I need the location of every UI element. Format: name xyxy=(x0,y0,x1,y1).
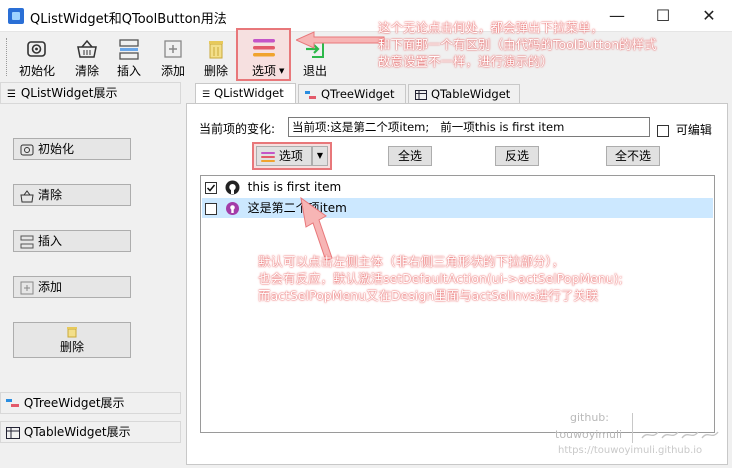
watermark-github: github: xyxy=(570,411,609,424)
current-item-label: 当前项的变化: xyxy=(199,122,276,136)
watermark-signature-logo xyxy=(640,428,722,445)
select-none-button[interactable]: 全不选 xyxy=(606,146,660,166)
tab-qtreewidget[interactable]: QTreeWidget xyxy=(298,84,406,104)
list-tab-icon: ☰ xyxy=(202,90,211,100)
current-item-field[interactable]: 当前项:这是第二个项item; 前一项this is first item xyxy=(288,117,650,137)
watermark-user: touwoyimuli xyxy=(555,428,623,441)
insert-icon xyxy=(119,39,139,60)
purple-badge-icon xyxy=(225,202,239,215)
left-init-button[interactable]: 初始化 xyxy=(13,138,131,160)
insert-icon xyxy=(20,235,34,248)
options-menu-dropdown-arrow-icon[interactable]: ▼ xyxy=(312,146,328,166)
options-menu-button[interactable]: 选项 xyxy=(256,146,312,166)
annotation-top-line1: 这个无论点击何处，都会弹出下拉菜单， xyxy=(378,20,604,35)
github-icon xyxy=(225,180,240,195)
options-menu-label: 选项 xyxy=(278,149,303,163)
annotation-arrow-top xyxy=(296,31,385,49)
maximize-button[interactable]: ☐ xyxy=(640,0,686,31)
list-item-selected[interactable]: 这是第二个项item xyxy=(202,198,713,218)
tablewidget-dock-title: QTableWidget展示 xyxy=(23,425,131,439)
tab-qtablewidget[interactable]: QTableWidget xyxy=(408,84,520,104)
toolbar-options-button[interactable]: 选项 ▼ xyxy=(236,28,291,81)
tab-qtreewidget-label: QTreeWidget xyxy=(321,87,395,101)
left-clear-button[interactable]: 清除 xyxy=(13,184,131,206)
treewidget-dock-title: QTreeWidget展示 xyxy=(23,396,125,410)
title-bar: QListWidget和QToolButton用法 — ☐ ✕ xyxy=(0,0,732,32)
trash-icon xyxy=(209,41,223,59)
table-icon xyxy=(415,89,427,100)
left-init-label: 初始化 xyxy=(38,142,75,156)
select-all-button[interactable]: 全选 xyxy=(388,146,432,166)
init-icon xyxy=(20,144,34,155)
table-icon xyxy=(6,426,20,439)
left-add-button[interactable]: 添加 xyxy=(13,276,131,298)
list-item[interactable]: this is first item xyxy=(202,177,713,197)
tab-qlistwidget[interactable]: ☰ QListWidget xyxy=(195,83,296,104)
tab-qtablewidget-label: QTableWidget xyxy=(431,87,511,101)
toolbar-grip[interactable] xyxy=(6,38,9,76)
toolbar-clear-label: 清除 xyxy=(74,64,99,78)
listwidget-dock-title: QListWidget展示 xyxy=(20,86,118,100)
editable-checkbox[interactable]: 可编辑 xyxy=(657,121,712,138)
tree-icon xyxy=(305,90,316,99)
treewidget-dock-header[interactable]: QTreeWidget展示 xyxy=(0,392,181,414)
toolbar-options-label: 选项 xyxy=(252,64,277,78)
toolbar-clear-button[interactable]: 清除 xyxy=(64,34,110,80)
tab-qlistwidget-label: QListWidget xyxy=(214,86,284,100)
init-icon xyxy=(27,41,46,57)
list-item-checkbox[interactable] xyxy=(205,181,217,194)
dropdown-arrow-icon[interactable]: ▼ xyxy=(279,67,284,75)
watermark-url: https://touwoyimuli.github.io xyxy=(558,445,703,456)
hamburger-menu-icon xyxy=(261,151,275,162)
annotation-bottom-line1: 默认可以点击左侧主体（非右侧三角形状的下拉部分）， xyxy=(258,254,565,269)
list-item-checkbox[interactable] xyxy=(205,202,217,215)
trash-icon xyxy=(67,327,77,338)
left-delete-label: 删除 xyxy=(59,340,84,354)
close-button[interactable]: ✕ xyxy=(686,0,732,31)
toolbar-insert-button[interactable]: 插入 xyxy=(110,34,148,80)
toolbar-insert-label: 插入 xyxy=(116,64,141,78)
tablewidget-dock-header[interactable]: QTableWidget展示 xyxy=(0,421,181,443)
app-icon xyxy=(8,8,24,24)
dock-handle-icon: ☰ xyxy=(7,89,16,100)
left-delete-button[interactable]: 删除 xyxy=(13,322,131,358)
tree-icon xyxy=(6,398,19,407)
toolbar-delete-label: 删除 xyxy=(203,64,228,78)
invert-selection-button[interactable]: 反选 xyxy=(495,146,539,166)
toolbar-add-label: 添加 xyxy=(160,64,185,78)
left-clear-label: 清除 xyxy=(38,188,63,202)
toolbar-init-label: 初始化 xyxy=(18,64,55,78)
left-add-label: 添加 xyxy=(38,280,63,294)
hamburger-menu-icon xyxy=(253,39,275,57)
add-icon xyxy=(20,281,34,294)
editable-checkbox-box[interactable] xyxy=(657,124,669,137)
list-widget[interactable]: this is first item 这是第二个项item xyxy=(200,175,715,433)
basket-icon xyxy=(20,189,34,202)
toolbar-exit-label: 退出 xyxy=(302,64,327,78)
annotation-bottom-line3: 而actSelPopMenu又在Design里面与actSelInvs进行了关联 xyxy=(258,288,599,303)
toolbar-init-button[interactable]: 初始化 xyxy=(14,34,60,80)
annotation-top-line2: 和下面那一个有区别（由代码的ToolButton的样式 xyxy=(378,37,657,52)
list-item-text: this is first item xyxy=(247,180,342,194)
check-icon xyxy=(206,184,216,192)
watermark-divider xyxy=(632,413,633,443)
toolbar-add-button[interactable]: 添加 xyxy=(152,34,194,80)
annotation-top-line3: 故意设置不一样，进行演示的） xyxy=(378,54,554,69)
basket-icon xyxy=(77,39,97,58)
left-insert-button[interactable]: 插入 xyxy=(13,230,131,252)
annotation-bottom-line2: 也会有反应，默认激活setDefaultAction(ui->actSelPop… xyxy=(258,271,623,286)
listwidget-dock-header[interactable]: ☰ QListWidget展示 xyxy=(0,82,181,104)
toolbar-delete-button[interactable]: 删除 xyxy=(196,34,236,80)
window-title: QListWidget和QToolButton用法 xyxy=(30,12,227,27)
add-icon xyxy=(164,40,182,58)
editable-checkbox-label: 可编辑 xyxy=(675,123,712,137)
left-insert-label: 插入 xyxy=(38,234,63,248)
